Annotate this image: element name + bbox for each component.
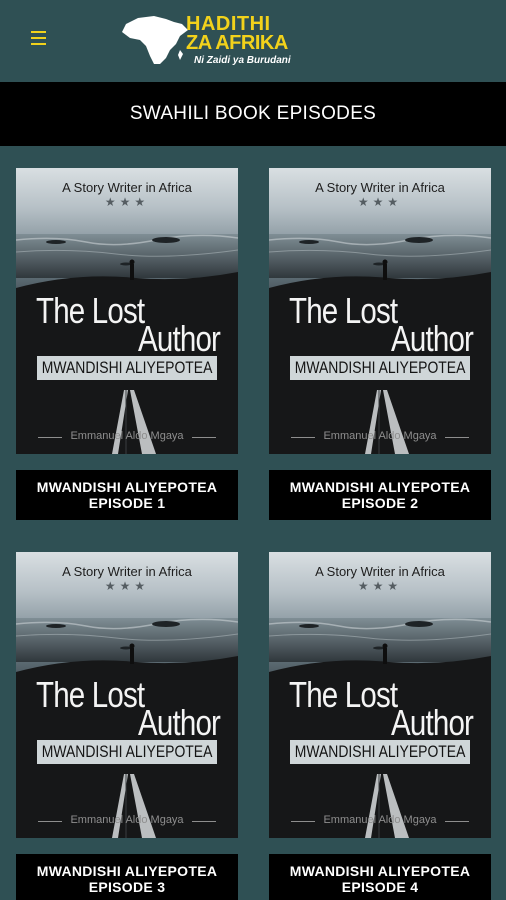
episode-caption[interactable]: MWANDISHI ALIYEPOTEA EPISODE 2 bbox=[269, 470, 491, 520]
africa-map-icon bbox=[122, 16, 188, 64]
cover-divider-right bbox=[192, 437, 216, 438]
episode-caption-number: EPISODE 3 bbox=[88, 879, 166, 895]
episode-cover-image[interactable]: A Story Writer in Africa ★★★ The Lost Au… bbox=[269, 552, 491, 838]
section-title: SWAHILI BOOK EPISODES bbox=[129, 103, 377, 124]
cover-stars: ★★★ bbox=[104, 195, 150, 209]
episode-caption[interactable]: MWANDISHI ALIYEPOTEA EPISODE 3 bbox=[16, 854, 238, 900]
episode-caption-number: EPISODE 2 bbox=[341, 495, 419, 511]
cover-title-line1: The Lost bbox=[289, 674, 398, 715]
episode-cover-image[interactable]: A Story Writer in Africa ★★★ The Lost Au… bbox=[269, 168, 491, 454]
episode-caption-title: MWANDISHI ALIYEPOTEA bbox=[36, 479, 218, 495]
cover-subtitle: MWANDISHI ALIYEPOTEA bbox=[294, 358, 466, 377]
logo-tagline: Ni Zaidi ya Burudani bbox=[194, 55, 291, 66]
cover-title-line1: The Lost bbox=[289, 290, 398, 331]
cover-subtitle-band: MWANDISHI ALIYEPOTEA bbox=[290, 356, 470, 380]
episode-card-4[interactable]: A Story Writer in Africa ★★★ The Lost Au… bbox=[269, 552, 491, 900]
cover-divider-right bbox=[445, 437, 469, 438]
episode-caption-number: EPISODE 4 bbox=[341, 879, 419, 895]
hamburger-menu-icon[interactable] bbox=[24, 26, 54, 52]
cover-series-text: A Story Writer in Africa bbox=[62, 564, 192, 579]
cover-author: Emmanuel Aldo Mgaya bbox=[323, 814, 437, 826]
cover-subtitle: MWANDISHI ALIYEPOTEA bbox=[41, 358, 213, 377]
app-screen: HADITHI ZA AFRIKA Ni Zaidi ya Burudani S… bbox=[0, 0, 506, 900]
cover-title-line1: The Lost bbox=[36, 290, 145, 331]
cover-subtitle-band: MWANDISHI ALIYEPOTEA bbox=[37, 356, 217, 380]
cover-stars: ★★★ bbox=[104, 579, 150, 593]
cover-title-line1: The Lost bbox=[36, 674, 145, 715]
cover-subtitle-band: MWANDISHI ALIYEPOTEA bbox=[37, 740, 217, 764]
cover-series-text: A Story Writer in Africa bbox=[315, 564, 445, 579]
episode-caption-number: EPISODE 1 bbox=[88, 495, 166, 511]
cover-stars: ★★★ bbox=[357, 579, 403, 593]
top-bar: HADITHI ZA AFRIKA Ni Zaidi ya Burudani bbox=[0, 0, 506, 82]
episode-cover-image[interactable]: A Story Writer in Africa ★★★ The Lost Au… bbox=[16, 552, 238, 838]
cover-series-text: A Story Writer in Africa bbox=[315, 180, 445, 195]
episode-card-3[interactable]: A Story Writer in Africa ★★★ The Lost Au… bbox=[16, 552, 238, 900]
cover-title-line2: Author bbox=[137, 318, 221, 359]
app-logo[interactable]: HADITHI ZA AFRIKA Ni Zaidi ya Burudani bbox=[116, 10, 326, 70]
cover-divider-right bbox=[445, 821, 469, 822]
cover-divider-right bbox=[192, 821, 216, 822]
cover-title-line2: Author bbox=[137, 702, 221, 743]
cover-stars: ★★★ bbox=[357, 195, 403, 209]
episode-caption-title: MWANDISHI ALIYEPOTEA bbox=[289, 863, 471, 879]
cover-author: Emmanuel Aldo Mgaya bbox=[70, 814, 184, 826]
episode-cover-image[interactable]: A Story Writer in Africa ★★★ The Lost Au… bbox=[16, 168, 238, 454]
cover-title-line2: Author bbox=[390, 702, 474, 743]
cover-subtitle: MWANDISHI ALIYEPOTEA bbox=[294, 742, 466, 761]
logo-title-line2: ZA AFRIKA bbox=[186, 32, 288, 54]
cover-series-text: A Story Writer in Africa bbox=[62, 180, 192, 195]
cover-author: Emmanuel Aldo Mgaya bbox=[323, 430, 437, 442]
episode-caption-title: MWANDISHI ALIYEPOTEA bbox=[36, 863, 218, 879]
episode-card-1[interactable]: A Story Writer in Africa ★★★ The Lost Au… bbox=[16, 168, 238, 520]
episode-card-2[interactable]: A Story Writer in Africa ★★★ The Lost Au… bbox=[269, 168, 491, 520]
cover-author: Emmanuel Aldo Mgaya bbox=[70, 430, 184, 442]
cover-subtitle-band: MWANDISHI ALIYEPOTEA bbox=[290, 740, 470, 764]
episode-caption[interactable]: MWANDISHI ALIYEPOTEA EPISODE 4 bbox=[269, 854, 491, 900]
cover-subtitle: MWANDISHI ALIYEPOTEA bbox=[41, 742, 213, 761]
episode-caption-title: MWANDISHI ALIYEPOTEA bbox=[289, 479, 471, 495]
cover-title-line2: Author bbox=[390, 318, 474, 359]
section-header: SWAHILI BOOK EPISODES bbox=[0, 82, 506, 146]
episode-caption[interactable]: MWANDISHI ALIYEPOTEA EPISODE 1 bbox=[16, 470, 238, 520]
